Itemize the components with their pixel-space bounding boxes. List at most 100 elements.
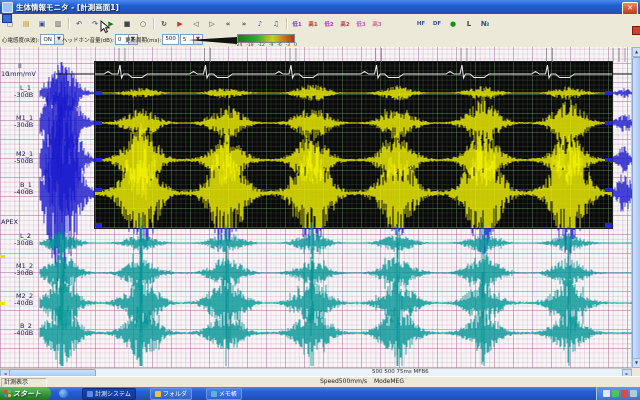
fast-back-icon[interactable]: « — [221, 17, 236, 31]
app-icon — [2, 1, 13, 13]
panel-edge-marker — [605, 121, 612, 125]
start-button-label: スタート — [13, 389, 41, 398]
channel-label: -50dB — [14, 157, 34, 165]
panel-edge-marker — [95, 158, 102, 162]
headphone-volume-label: ヘッドホン音量(dB): — [62, 37, 114, 44]
rewind-icon[interactable]: ↻ — [157, 17, 172, 31]
vertical-scroll-thumb[interactable] — [632, 57, 640, 359]
toolbar-area: ▢ ▤ ▣ ▥ ↶ ↷ ▶ ■ ○ ↻ ▶ ◁ ▷ «» ♪ ♫ 低1 高1 低2 高2 低3 高3 HF DF ● L № 心電感… — [0, 14, 640, 48]
task-button-label: メモ帳 — [218, 391, 237, 398]
system-tray — [596, 387, 640, 400]
event-list-icon[interactable]: ♫ — [269, 17, 284, 31]
tray-ime-icon[interactable] — [621, 390, 628, 397]
task-button-label: フォルダ — [162, 391, 187, 398]
trace-B_2 — [39, 283, 632, 366]
waveform-canvas — [39, 48, 632, 366]
refresh-period-label: 更新周期(ms): — [125, 37, 162, 44]
toolbar-separator — [151, 17, 156, 30]
toolbar-icons: ▢ ▤ ▣ ▥ ↶ ↷ ▶ ■ ○ ↻ ▶ ◁ ▷ «» ♪ ♫ 低1 高1 低2 高2 低3 高3 HF DF ● L № — [2, 17, 493, 30]
event-marker — [0, 255, 5, 258]
print-icon[interactable]: ▥ — [51, 17, 66, 31]
channel-label: -30dB — [14, 91, 34, 99]
speed-slider[interactable] — [188, 37, 237, 44]
channel-label: -30dB — [14, 269, 34, 277]
ecg-sensitivity-label: 心電感度(R波): — [2, 37, 40, 44]
panel-edge-marker — [605, 188, 612, 192]
toolbar-separator — [66, 17, 71, 30]
ecg-sensitivity-group: 心電感度(R波): ON ▼ — [2, 34, 64, 45]
windows-flag-icon — [4, 390, 11, 397]
new-file-icon[interactable]: ▢ — [3, 17, 18, 31]
filter-high3-icon[interactable]: 高3 — [370, 17, 385, 31]
stop-icon[interactable]: ■ — [120, 17, 135, 31]
tray-network-icon[interactable] — [612, 390, 619, 397]
level-meter-gradient — [237, 34, 295, 43]
event-mark-icon[interactable]: ♪ — [253, 17, 268, 31]
trace-L_1-selected — [95, 84, 612, 101]
trace-B_1-selected — [95, 131, 612, 228]
channel-label: -40dB — [14, 329, 34, 337]
open-file-icon[interactable]: ▤ — [19, 17, 34, 31]
task-button-folder[interactable]: フォルダ — [149, 387, 192, 400]
record-stop-badge[interactable] — [632, 26, 640, 35]
panel-edge-marker — [95, 223, 102, 227]
scroll-up-icon[interactable]: ▲ — [632, 47, 640, 57]
panel-edge-marker — [95, 121, 102, 125]
toolbar-controls: 心電感度(R波): ON ▼ ヘッドホン音量(dB): 0 ▼ 更新周期(ms)… — [0, 31, 640, 48]
hf-button[interactable]: HF — [414, 17, 429, 31]
panel-edge-marker — [95, 188, 102, 192]
filter-low1-icon[interactable]: 低1 — [290, 17, 305, 31]
task-button-icon — [210, 390, 217, 397]
step-forward-icon[interactable]: ▷ — [205, 17, 220, 31]
channel-label: -40dB — [14, 299, 34, 307]
task-button-notepad[interactable]: メモ帳 — [205, 387, 242, 400]
desktop: 生体情報モニタ - [計測画面1] ✕ ▢ ▤ ▣ ▥ ↶ ↷ ▶ ■ ○ ↻ ▶ ◁ ▷ «» ♪ ♫ 低1 高… — [0, 0, 640, 400]
channel-label: II — [18, 62, 22, 70]
filter-high2-icon[interactable]: 高2 — [338, 17, 353, 31]
status-speed-text: Speed500mm/s — [320, 378, 368, 385]
help-icon[interactable]: № — [478, 17, 493, 31]
quick-launch-browser-icon[interactable] — [59, 389, 68, 398]
tray-volume-icon[interactable] — [603, 390, 610, 397]
task-button-monitor[interactable]: 計測システム — [82, 387, 136, 400]
filter-high1-icon[interactable]: 高1 — [306, 17, 321, 31]
save-icon[interactable]: ▣ — [35, 17, 50, 31]
event-marker — [0, 302, 5, 305]
trace-ecg-selected — [95, 64, 612, 80]
panel-edge-marker — [95, 91, 102, 95]
layout-button[interactable]: L — [462, 17, 477, 31]
refresh-period-field[interactable]: 500 — [162, 34, 179, 45]
channel-label: -40dB — [14, 188, 34, 196]
task-button-label: 計測システム — [95, 391, 131, 398]
status-mode-text: ModeMEG — [374, 378, 404, 385]
title-bar[interactable]: 生体情報モニタ - [計測画面1] ✕ — [0, 0, 640, 15]
window-title: 生体情報モニタ - [計測画面1] — [16, 2, 119, 12]
df-button[interactable]: DF — [430, 17, 445, 31]
start-button[interactable]: スタート — [0, 387, 51, 400]
task-button-icon — [154, 390, 161, 397]
channel-label: -30dB — [14, 239, 34, 247]
fast-forward-icon[interactable]: » — [237, 17, 252, 31]
task-button-icon — [87, 390, 93, 397]
filter-low2-icon[interactable]: 低2 — [322, 17, 337, 31]
toolbar-separator — [284, 17, 289, 30]
channel-label: APEX — [1, 218, 18, 226]
ecg-sensitivity-value: ON — [43, 36, 52, 43]
scroll-down-icon[interactable]: ▼ — [632, 358, 640, 368]
mouse-cursor — [100, 20, 111, 33]
review-icon[interactable]: ↶ — [72, 17, 87, 31]
channel-label: -30dB — [14, 121, 34, 129]
toolbar-spacer — [385, 18, 413, 30]
waveform-viewport[interactable]: 10 II 1mm/mV L_1 -30dB M1_1 -30dB M2_1 -50dB B_1-… — [0, 47, 632, 368]
record-indicator-icon[interactable]: ● — [446, 17, 461, 31]
channel-label: 1mm/mV — [6, 70, 36, 78]
step-back-icon[interactable]: ◁ — [189, 17, 204, 31]
tray-status-icon[interactable] — [630, 390, 637, 397]
filter-low3-icon[interactable]: 低3 — [354, 17, 369, 31]
play-red-icon[interactable]: ▶ — [173, 17, 188, 31]
zoom-icon[interactable]: ○ — [136, 17, 151, 31]
vertical-scrollbar[interactable]: ▲ ▼ — [631, 47, 640, 368]
panel-edge-marker — [605, 158, 612, 162]
ecg-sensitivity-combo[interactable]: ON ▼ — [40, 34, 64, 45]
close-button[interactable]: ✕ — [622, 1, 638, 15]
